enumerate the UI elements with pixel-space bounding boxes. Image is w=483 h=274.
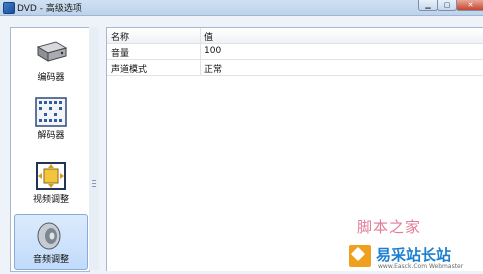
- film-grid-icon: [35, 97, 67, 127]
- table-row[interactable]: 音量 100: [107, 44, 483, 60]
- sidebar-item-decoder[interactable]: 解码器: [14, 90, 88, 146]
- sidebar-item-audio-adjust[interactable]: 音频调整: [14, 214, 88, 270]
- table-row[interactable]: 声道模式 正常: [107, 60, 483, 76]
- sidebar-item-video-adjust[interactable]: 视频调整: [14, 154, 88, 210]
- property-value[interactable]: 100: [204, 46, 221, 56]
- panel-splitter[interactable]: [89, 27, 99, 270]
- window-title: DVD - 高级选项: [17, 4, 82, 14]
- app-icon: [3, 2, 15, 14]
- minimize-button[interactable]: ▁: [418, 0, 438, 11]
- property-name: 声道模式: [111, 65, 148, 75]
- column-header-name[interactable]: 名称: [111, 30, 129, 43]
- hard-drive-icon: [36, 41, 68, 62]
- sidebar-item-label: 音频调整: [32, 255, 69, 265]
- watermark-script-text: 脚本之家: [357, 218, 422, 236]
- maximize-button[interactable]: ▢: [437, 0, 457, 11]
- sidebar-item-label: 编码器: [37, 73, 65, 83]
- watermark-url: www.Easck.Com Webmaster: [378, 263, 464, 270]
- speaker-icon: [37, 222, 61, 250]
- column-header-value[interactable]: 值: [204, 30, 213, 43]
- property-header-row: 名称 值: [107, 28, 483, 44]
- sidebar-item-encoder[interactable]: 编码器: [14, 32, 88, 88]
- watermark-logo-icon: [349, 245, 371, 267]
- close-button[interactable]: ✕: [456, 0, 483, 11]
- property-grid: 名称 值 音量 100 声道模式 正常: [106, 27, 483, 271]
- title-bar[interactable]: DVD - 高级选项 ▁ ▢ ✕: [0, 0, 483, 16]
- column-divider: [200, 28, 201, 76]
- splitter-grip-icon[interactable]: [92, 180, 96, 194]
- property-name: 音量: [111, 49, 130, 59]
- sidebar-item-label: 视频调整: [32, 195, 69, 205]
- category-panel: 编码器 解码器 视频调整 音频调整: [10, 27, 90, 272]
- video-adjust-icon: [36, 162, 66, 190]
- sidebar-item-label: 解码器: [37, 131, 65, 141]
- watermark-site-name: 易采站长站: [376, 246, 452, 264]
- property-value[interactable]: 正常: [204, 62, 222, 75]
